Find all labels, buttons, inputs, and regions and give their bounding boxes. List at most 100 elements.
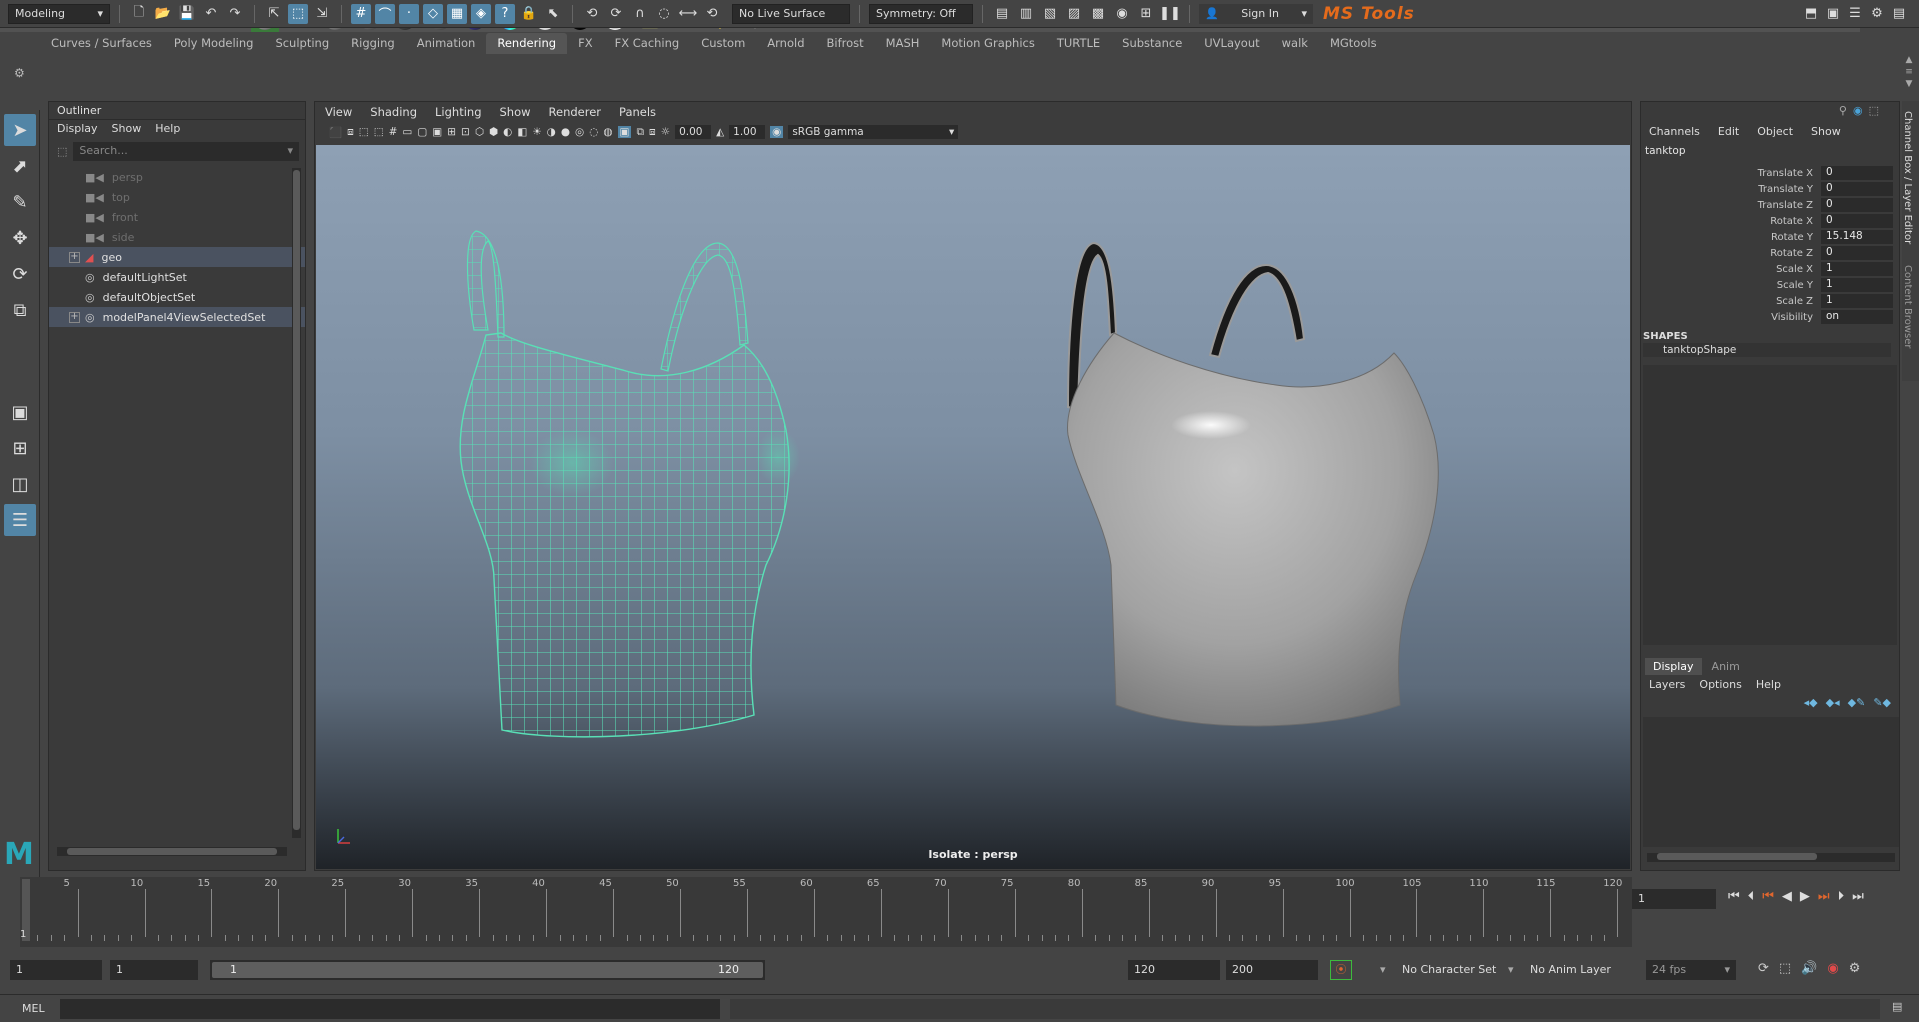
motion-blur-icon[interactable]: ◎ (575, 126, 584, 138)
shelf-tab-turtle[interactable]: TURTLE (1046, 33, 1111, 54)
attr-row[interactable]: Translate Z 0 (1641, 197, 1899, 213)
shelf-tab-sculpting[interactable]: Sculpting (264, 33, 340, 54)
make-live-icon[interactable]: ◈ (471, 3, 491, 24)
playblast-icon[interactable]: ⊞ (1136, 4, 1156, 24)
shape-name[interactable]: tanktopShape (1643, 343, 1891, 357)
attr-value[interactable]: 0 (1821, 198, 1893, 212)
history-icon[interactable]: ⟲ (702, 4, 722, 24)
pause-icon[interactable]: ❚❚ (1159, 4, 1181, 24)
shelf-tab-uvlayout[interactable]: UVLayout (1193, 33, 1270, 54)
list-item-default-light-set[interactable]: ◎ defaultLightSet (49, 267, 305, 287)
viewport-menu-shading[interactable]: Shading (370, 105, 417, 119)
scale-tool-icon[interactable]: ⧉ (4, 294, 36, 326)
symmetry-dropdown[interactable]: Symmetry: Off (869, 3, 973, 24)
playback-start-field[interactable]: 1 (110, 960, 198, 980)
reflection-icon[interactable]: ⟷ (678, 4, 698, 24)
resolution-gate-icon[interactable]: ▢ (417, 126, 427, 138)
lasso-tool-icon[interactable]: ⬈ (4, 150, 36, 182)
audio-icon[interactable]: 🔊 (1801, 961, 1817, 976)
layer-horizontal-scrollbar[interactable] (1647, 853, 1895, 862)
play-forward-icon[interactable]: ▶ (1800, 889, 1810, 904)
cb-menu-channels[interactable]: Channels (1649, 125, 1700, 138)
attr-row[interactable]: Rotate Y 15.148 (1641, 229, 1899, 245)
step-back-key-icon[interactable]: ⏮ (1762, 889, 1774, 904)
time-slider[interactable]: 5 10 15 20 25 30 35 40 45 50 55 60 65 70 75 80 85 90 95 100… (20, 877, 1632, 947)
snap-grid-icon[interactable]: # (351, 3, 371, 24)
attr-value[interactable]: 0 (1821, 182, 1893, 196)
key-ticks-icon[interactable]: ◉ (1827, 961, 1838, 976)
layer-menu-options[interactable]: Options (1699, 678, 1741, 691)
color-management-icon[interactable]: ◉ (770, 126, 784, 138)
toggle-tool-settings-icon[interactable]: ⚙ (1867, 4, 1887, 24)
new-layer-from-selected-icon[interactable]: ✎◆ (1873, 696, 1891, 709)
move-tool-icon[interactable]: ✥ (4, 222, 36, 254)
outliner-menu-display[interactable]: Display (57, 122, 98, 136)
fps-dropdown[interactable]: 24 fps ▾ (1646, 960, 1736, 980)
undo-icon[interactable]: ↶ (201, 4, 221, 24)
snap-point-icon[interactable]: · (399, 3, 419, 24)
attr-value[interactable]: 15.148 (1821, 230, 1893, 244)
hypershade-icon[interactable]: ▨ (1064, 4, 1084, 24)
go-to-end-icon[interactable]: ⏭ (1852, 889, 1864, 904)
shelf-tab-mash[interactable]: MASH (875, 33, 931, 54)
snap-surface-icon[interactable]: ▦ (447, 3, 467, 24)
attr-value[interactable]: 0 (1821, 214, 1893, 228)
xray-icon[interactable]: ⧉ (636, 126, 644, 139)
expand-icon[interactable]: + (69, 311, 80, 323)
content-browser-tab[interactable]: Content Browser (1902, 251, 1913, 348)
magnet-icon[interactable]: ∩ (630, 4, 650, 24)
lock-channel-icon[interactable]: ⬚ (1869, 104, 1879, 122)
shelf-tab-animation[interactable]: Animation (406, 33, 487, 54)
range-slider-handle[interactable] (212, 962, 763, 978)
cb-menu-edit[interactable]: Edit (1718, 125, 1739, 138)
character-set-label[interactable]: No Character Set (1402, 963, 1496, 976)
wireframe-tanktop[interactable] (459, 230, 800, 738)
mode-selector[interactable]: Modeling ▾ (8, 3, 110, 24)
chevron-down-icon[interactable]: ▾ (1508, 963, 1514, 976)
viewport-menu-renderer[interactable]: Renderer (549, 105, 602, 119)
ipr-render-icon[interactable]: ▥ (1016, 4, 1036, 24)
layer-menu-help[interactable]: Help (1756, 678, 1781, 691)
single-pane-layout-icon[interactable]: ▣ (4, 396, 36, 428)
workspace-icon[interactable]: ⬒ (1801, 4, 1821, 24)
animation-start-field[interactable]: 1 (10, 960, 102, 980)
playback-end-field[interactable]: 120 (1128, 960, 1220, 980)
channel-box-layer-editor-tab[interactable]: Channel Box / Layer Editor (1902, 101, 1913, 251)
shelf-tab-rendering[interactable]: Rendering (486, 33, 568, 54)
gate-mask-icon[interactable]: ▣ (432, 126, 442, 138)
step-forward-frame-icon[interactable]: ⏵ (1838, 889, 1845, 904)
attr-row[interactable]: Rotate X 0 (1641, 213, 1899, 229)
gamma-field[interactable]: 1.00 (729, 125, 766, 139)
select-camera-icon[interactable]: ⬛ (329, 126, 342, 139)
default-material-icon[interactable]: ◐ (503, 126, 512, 138)
list-item-front[interactable]: ■◀ front (49, 207, 305, 227)
new-empty-layer-icon[interactable]: ◆✎ (1848, 696, 1866, 709)
attr-row[interactable]: Scale X 1 (1641, 261, 1899, 277)
shelf-tab-arnold[interactable]: Arnold (756, 33, 815, 54)
shelf-tab-bifrost[interactable]: Bifrost (816, 33, 875, 54)
command-input[interactable] (60, 999, 720, 1019)
shelf-tab-rigging[interactable]: Rigging (340, 33, 406, 54)
outliner-layout-icon[interactable]: ☰ (4, 504, 36, 536)
help-snap-icon[interactable]: ? (495, 3, 515, 24)
shadows-icon[interactable]: ◑ (547, 126, 556, 138)
textured-icon[interactable]: ◧ (517, 126, 527, 138)
move-layer-down-icon[interactable]: ◆◂ (1826, 696, 1840, 709)
select-component-icon[interactable]: ⇲ (312, 4, 332, 24)
viewport-menu-view[interactable]: View (325, 105, 352, 119)
select-object-icon[interactable]: ⬚ (288, 3, 308, 24)
bookmark-icon[interactable]: ⬚ (359, 126, 369, 138)
expand-icon[interactable]: + (69, 251, 80, 263)
attr-row[interactable]: Scale Y 1 (1641, 277, 1899, 293)
settings-icon[interactable]: ◉ (1853, 104, 1863, 122)
go-to-start-icon[interactable]: ⏮ (1728, 889, 1740, 904)
film-gate-icon[interactable]: ▭ (402, 126, 412, 138)
xray-joints-icon[interactable]: ⧈ (649, 126, 656, 139)
play-backward-icon[interactable]: ◀ (1782, 889, 1792, 904)
toggle-attribute-editor-icon[interactable]: ☰ (1845, 4, 1865, 24)
grid-icon[interactable]: # (389, 126, 398, 138)
attr-value[interactable]: 0 (1821, 246, 1893, 260)
select-hierarchy-icon[interactable]: ⇱ (264, 4, 284, 24)
animation-end-field[interactable]: 200 (1226, 960, 1318, 980)
outliner-search-input[interactable]: Search... ▾ (73, 142, 299, 161)
